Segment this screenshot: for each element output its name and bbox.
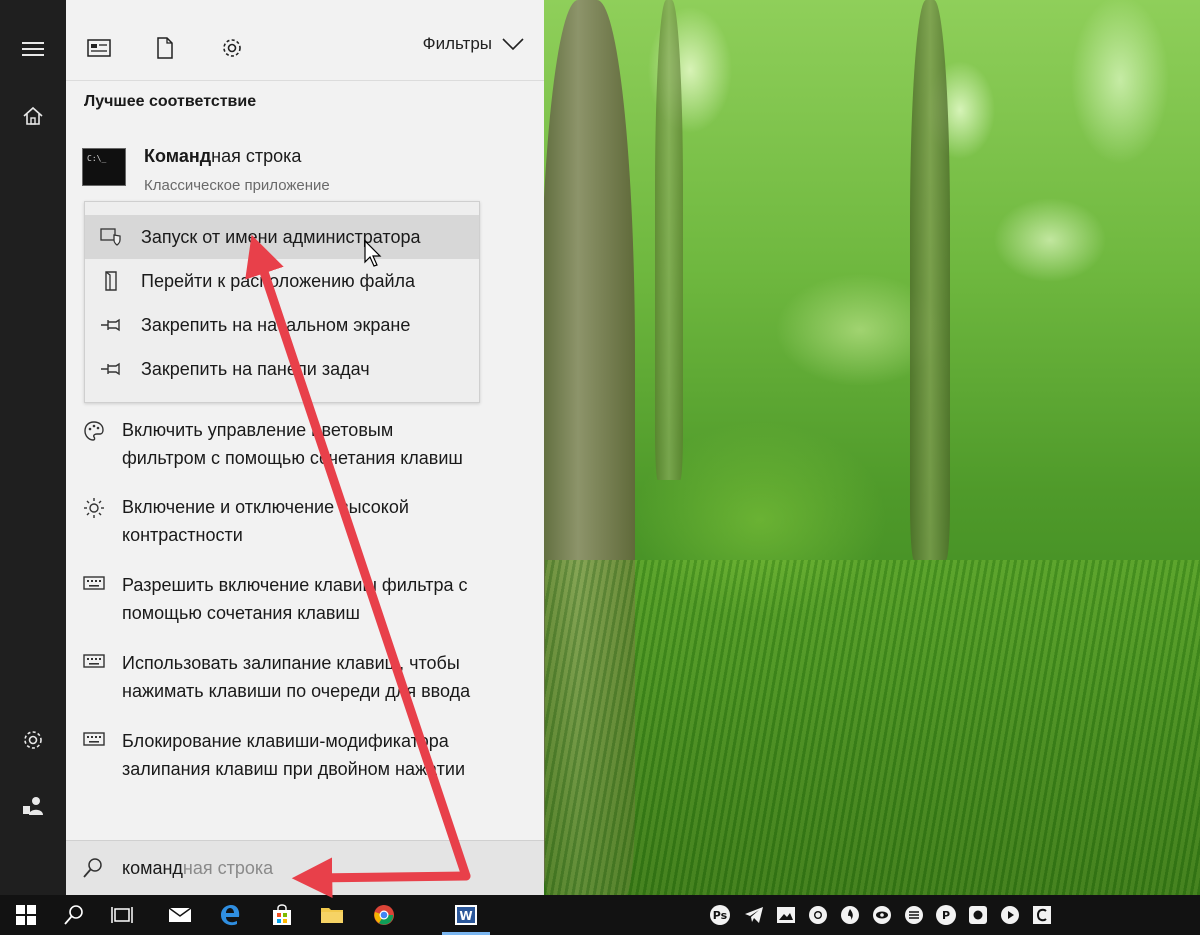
apps-tab[interactable]: [79, 28, 119, 68]
photoshop-icon: Ps: [710, 905, 730, 925]
taskbar: W Ps P: [0, 895, 1200, 935]
photoshop-tray-button[interactable]: Ps: [708, 903, 732, 927]
search-icon: [83, 858, 102, 878]
settings-tab[interactable]: [212, 28, 252, 68]
best-match-subtitle: Классическое приложение: [144, 177, 330, 194]
search-typed-text: команд: [122, 858, 183, 878]
flame-icon: [841, 906, 859, 924]
run-as-admin-item[interactable]: Запуск от имени администратора: [85, 215, 479, 259]
settings-result-sticky-keys[interactable]: Использовать залипание клавиш, чтобы нажи…: [82, 649, 542, 705]
grass: [545, 560, 1200, 895]
svg-text:W: W: [459, 909, 472, 923]
image-viewer-tray-button[interactable]: [774, 903, 798, 927]
c-app-icon: [1033, 906, 1051, 924]
open-file-location-item[interactable]: Перейти к расположению файла: [85, 259, 479, 303]
recorder-tray-button[interactable]: [966, 903, 990, 927]
store-app-button[interactable]: [258, 895, 306, 935]
task-view-icon: [111, 907, 133, 923]
layers-icon: [905, 906, 923, 924]
chevron-down-icon: [502, 38, 524, 51]
pin-icon: [99, 318, 123, 332]
stack-tray-button[interactable]: [902, 903, 926, 927]
file-explorer-button[interactable]: [308, 895, 356, 935]
p-app-icon: P: [936, 905, 956, 925]
pin-icon: [99, 362, 123, 376]
mouse-cursor-icon: [364, 240, 382, 267]
filters-dropdown[interactable]: Фильтры: [423, 34, 524, 54]
palette-icon: [82, 416, 106, 472]
hamburger-menu-button[interactable]: [0, 25, 66, 73]
windows-logo-icon: [16, 905, 36, 925]
folder-icon: [321, 908, 343, 923]
settings-result-color-filter[interactable]: Включить управление цветовым фильтром с п…: [82, 416, 542, 472]
edge-browser-button[interactable]: [206, 895, 254, 935]
player-tray-button[interactable]: [998, 903, 1022, 927]
settings-button[interactable]: [0, 716, 66, 764]
keyboard-icon: [82, 727, 106, 783]
search-icon: [64, 905, 83, 925]
play-icon: [1001, 906, 1019, 924]
word-app-button[interactable]: W: [442, 895, 490, 935]
settings-result-high-contrast[interactable]: Включение и отключение высокой контрастно…: [82, 493, 542, 549]
document-icon: [157, 37, 173, 59]
chrome-icon: [809, 906, 827, 924]
user-icon: [23, 797, 43, 815]
settings-result-modifier-lock[interactable]: Блокирование клавиши-модификатора залипан…: [82, 727, 542, 783]
admin-shield-icon: [99, 228, 123, 246]
command-prompt-icon: C:\_: [82, 148, 126, 186]
keyboard-icon: [82, 571, 106, 627]
search-input[interactable]: командная строка: [122, 858, 273, 879]
chrome-browser-button[interactable]: [360, 895, 408, 935]
best-match-title: Командная строка: [144, 146, 302, 166]
tree-trunk: [655, 0, 683, 480]
image-icon: [777, 907, 795, 923]
gear-icon: [24, 731, 42, 749]
eye-tray-button[interactable]: [870, 903, 894, 927]
store-icon: [273, 904, 291, 925]
browser-tray-button[interactable]: [838, 903, 862, 927]
user-account-button[interactable]: [0, 782, 66, 830]
brightness-icon: [82, 493, 106, 549]
settings-result-filter-keys[interactable]: Разрешить включение клавиш фильтра с помо…: [82, 571, 542, 627]
start-left-rail: [0, 0, 66, 895]
word-icon: W: [455, 905, 477, 925]
best-match-header: Лучшее соответствие: [84, 93, 257, 110]
p-app-tray-button[interactable]: P: [934, 903, 958, 927]
pin-to-taskbar-item[interactable]: Закрепить на панели задач: [85, 347, 479, 391]
gear-icon: [223, 39, 241, 57]
chrome-icon: [374, 905, 394, 925]
start-button[interactable]: [2, 895, 50, 935]
apps-icon: [87, 39, 111, 57]
home-icon: [23, 106, 43, 125]
record-icon: [969, 906, 987, 924]
hamburger-icon: [22, 42, 44, 56]
search-panel-toolbar: Фильтры: [66, 0, 544, 81]
telegram-tray-button[interactable]: [742, 903, 766, 927]
search-box[interactable]: командная строка: [66, 840, 544, 896]
keyboard-icon: [82, 649, 106, 705]
home-button[interactable]: [0, 92, 66, 140]
mail-icon: [168, 907, 192, 922]
context-menu: Запуск от имени администратора Перейти к…: [84, 201, 480, 403]
chrome-tray-button[interactable]: [806, 903, 830, 927]
mail-app-button[interactable]: [156, 895, 204, 935]
taskbar-search-button[interactable]: [50, 895, 98, 935]
telegram-icon: [745, 907, 763, 923]
filters-label: Фильтры: [422, 34, 492, 53]
search-panel: Фильтры Лучшее соответствие C:\_ Командн…: [66, 0, 544, 896]
pin-to-start-item[interactable]: Закрепить на начальном экране: [85, 303, 479, 347]
tree-trunk: [910, 0, 950, 560]
documents-tab[interactable]: [145, 28, 185, 68]
search-autocomplete-text: ная строка: [182, 858, 274, 878]
task-view-button[interactable]: [98, 895, 146, 935]
c-app-tray-button[interactable]: [1030, 903, 1054, 927]
eye-icon: [873, 906, 891, 924]
file-location-icon: [99, 271, 123, 291]
best-match-result[interactable]: C:\_ Командная строка Классическое прило…: [82, 140, 532, 198]
edge-icon: [221, 905, 240, 926]
